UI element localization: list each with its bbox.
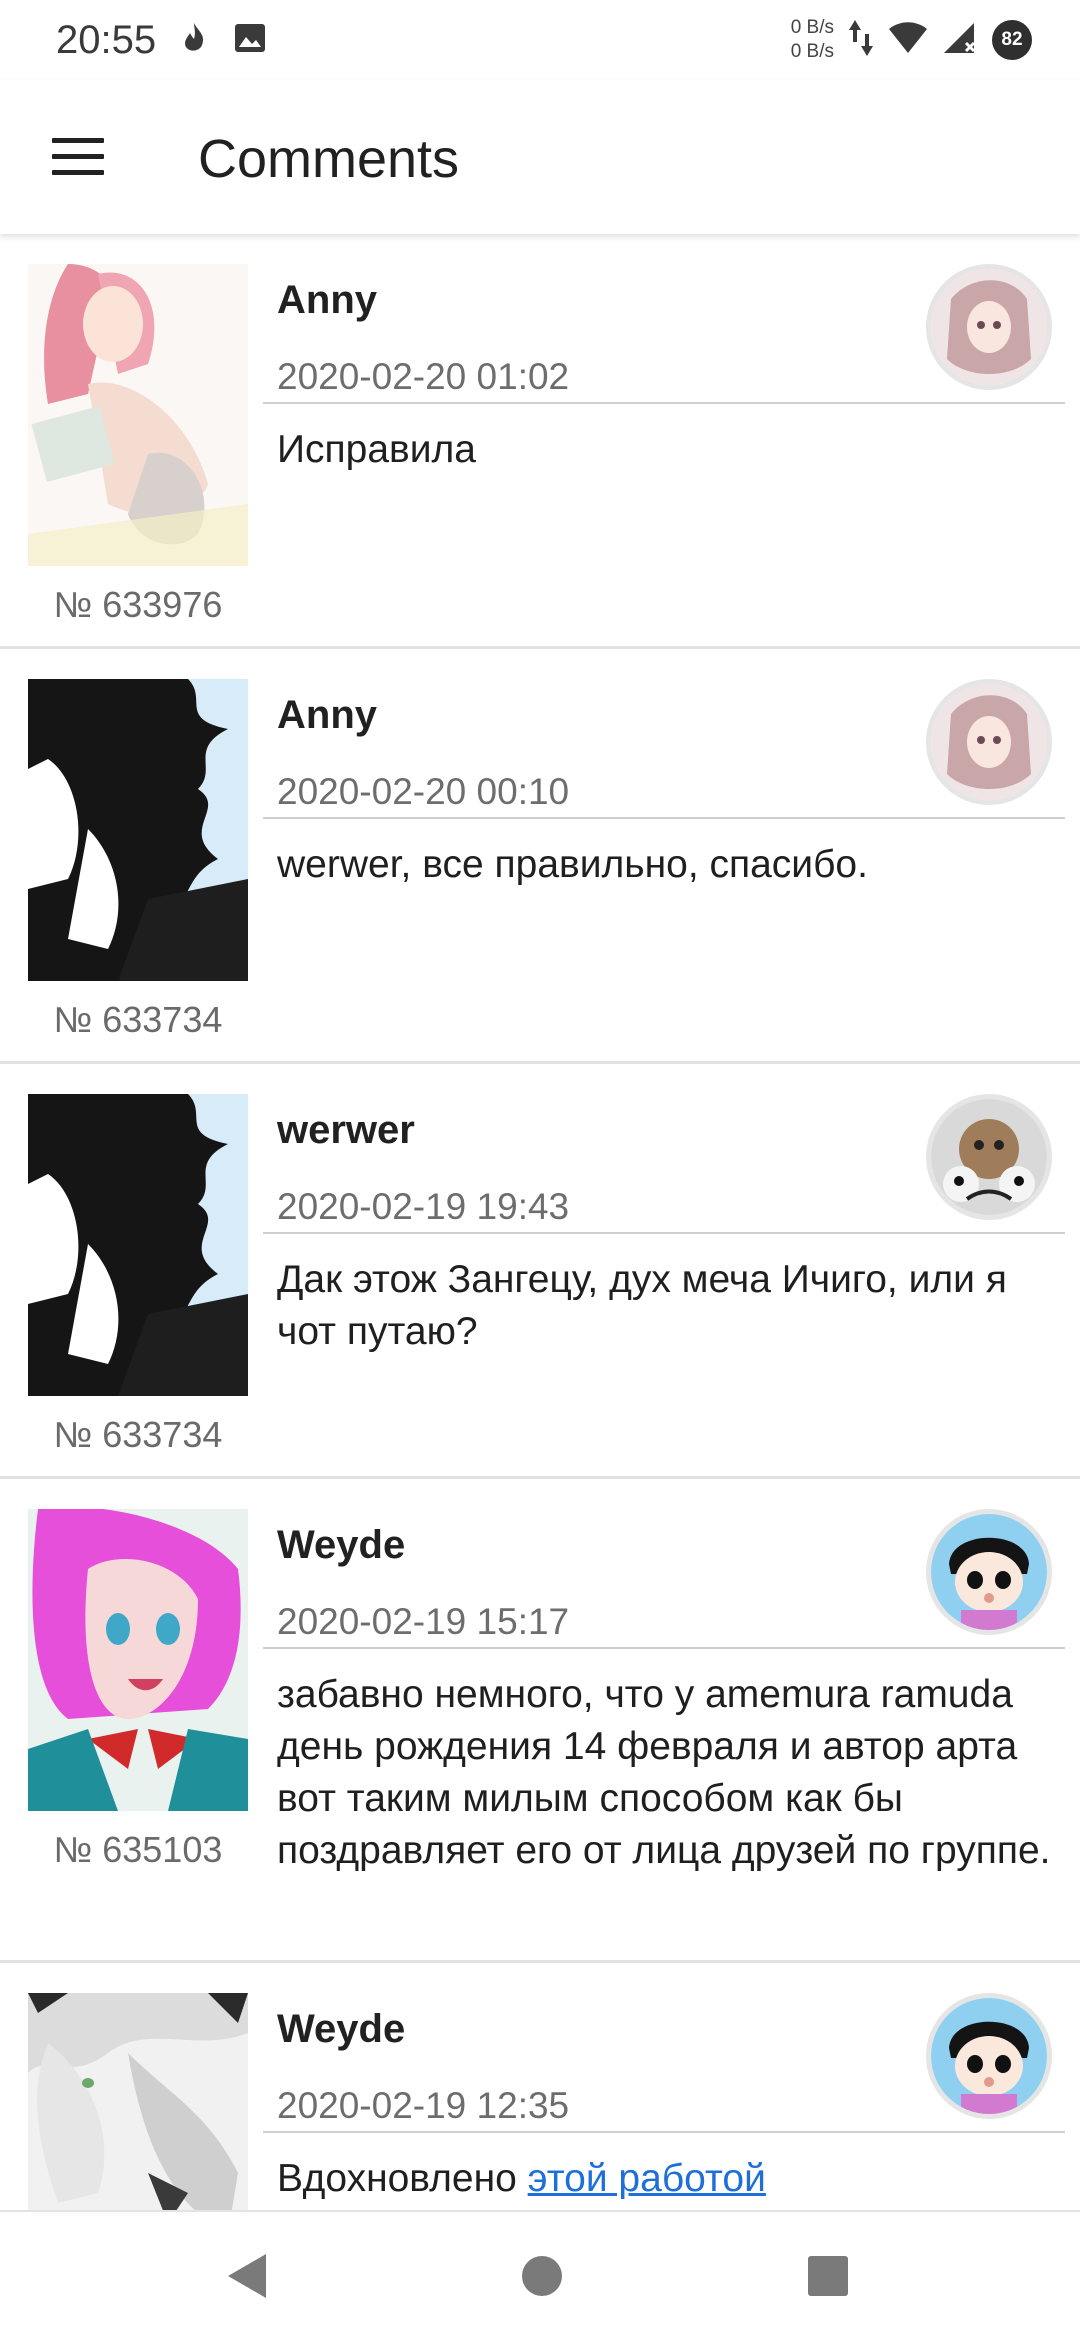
comment-author[interactable]: Anny (277, 278, 377, 323)
back-triangle-icon[interactable] (226, 2252, 270, 2305)
comment-date: 2020-02-19 12:35 (277, 2085, 570, 2126)
user-avatar[interactable] (926, 1094, 1052, 1220)
comments-list[interactable]: № 633976 Anny 2020-02-20 01:02 Исправила (0, 234, 1080, 2210)
comment-date: 2020-02-19 15:17 (277, 1601, 570, 1642)
header-divider (263, 1232, 1065, 1234)
post-thumbnail[interactable] (28, 264, 248, 566)
comment-item[interactable]: № 633976 Anny 2020-02-20 01:02 Исправила (0, 234, 1080, 649)
hamburger-menu-icon[interactable] (52, 138, 104, 176)
comment-author[interactable]: Weyde (277, 1523, 405, 1568)
post-thumbnail[interactable] (28, 679, 248, 981)
status-bar: 20:55 0 B/s 0 B/s 82 (0, 0, 1080, 80)
header-divider (263, 817, 1065, 819)
comment-author[interactable]: werwer (277, 1108, 415, 1153)
user-avatar[interactable] (926, 264, 1052, 390)
post-thumbnail[interactable] (28, 1509, 248, 1811)
net-speed: 0 B/s 0 B/s (791, 16, 834, 64)
app-bar: Comments (0, 80, 1080, 234)
status-right: 0 B/s 0 B/s 82 (791, 16, 1032, 64)
comment-date: 2020-02-20 01:02 (277, 356, 570, 397)
signal-icon (942, 21, 978, 60)
page-title: Comments (198, 129, 460, 189)
user-avatar[interactable] (926, 679, 1052, 805)
comment-author[interactable]: Anny (277, 693, 377, 738)
comment-text: забавно немного, что у amemura ramuda де… (277, 1673, 1051, 1872)
home-circle-icon[interactable] (520, 2252, 564, 2305)
user-avatar[interactable] (926, 1993, 1052, 2119)
comment-item[interactable]: Weyde 2020-02-19 12:35 Вдохновлено этой … (0, 1963, 1080, 2210)
comment-date: 2020-02-20 00:10 (277, 771, 570, 812)
post-number[interactable]: № 635103 (28, 1829, 248, 1871)
comment-item[interactable]: № 635103 Weyde 2020-02-19 15:17 забавно … (0, 1479, 1080, 1963)
net-up-speed: 0 B/s (790, 17, 834, 38)
comment-text: Исправила (277, 428, 476, 471)
wifi-icon (888, 21, 928, 60)
comment-text: Дак этож Зангецу, дух меча Ичиго, или я … (277, 1258, 1007, 1353)
status-left: 20:55 (56, 18, 266, 63)
comment-text-prefix: Вдохновлено (277, 2157, 528, 2200)
data-arrows-icon (848, 18, 874, 63)
comment-item[interactable]: № 633734 Anny 2020-02-20 00:10 werwer, в… (0, 649, 1080, 1064)
recents-square-icon[interactable] (806, 2252, 850, 2305)
bonfire-icon (180, 21, 210, 60)
image-icon (234, 23, 266, 58)
battery-indicator: 82 (992, 20, 1032, 60)
header-divider (263, 402, 1065, 404)
comment-text: werwer, все правильно, спасибо. (277, 843, 868, 886)
header-divider (263, 1647, 1065, 1649)
comment-date: 2020-02-19 19:43 (277, 1186, 570, 1227)
navigation-bar (0, 2210, 1080, 2340)
post-number[interactable]: № 633976 (28, 584, 248, 626)
comment-author[interactable]: Weyde (277, 2007, 405, 2052)
post-number[interactable]: № 633734 (28, 1414, 248, 1456)
post-thumbnail[interactable] (28, 1094, 248, 1396)
post-thumbnail[interactable] (28, 1993, 248, 2210)
post-number[interactable]: № 633734 (28, 999, 248, 1041)
comment-text: Вдохновлено этой работой (277, 2153, 1057, 2205)
comment-link[interactable]: этой работой (528, 2157, 766, 2200)
user-avatar[interactable] (926, 1509, 1052, 1635)
header-divider (263, 2131, 1065, 2133)
comment-item[interactable]: № 633734 werwer 2020-02-19 19:43 Дак это… (0, 1064, 1080, 1479)
net-down-speed: 0 B/s (790, 41, 834, 62)
status-time: 20:55 (56, 17, 157, 62)
